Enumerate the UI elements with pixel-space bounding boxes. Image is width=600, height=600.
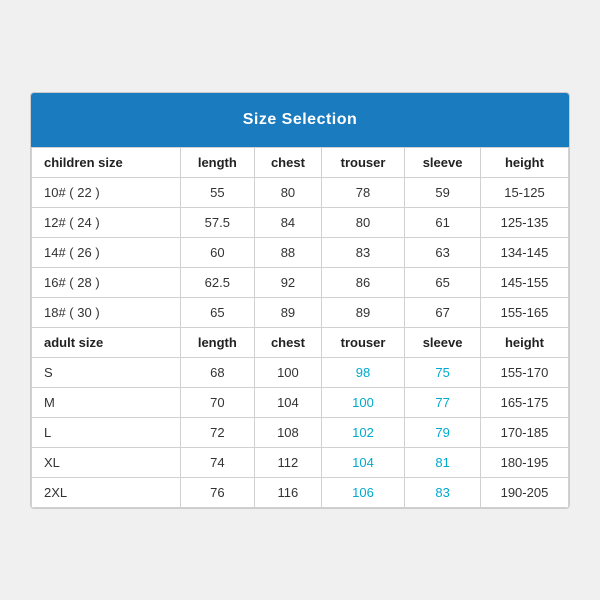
- adult-cell-3-2: 112: [255, 447, 322, 477]
- children-cell-0-4: 59: [405, 177, 481, 207]
- children-cell-3-2: 92: [255, 267, 322, 297]
- adult-cell-2-2: 108: [255, 417, 322, 447]
- adult-cell-4-4: 83: [405, 477, 481, 507]
- adult-col-header-2: chest: [255, 327, 322, 357]
- children-col-header-3: trouser: [321, 147, 404, 177]
- adult-cell-0-4: 75: [405, 357, 481, 387]
- adult-col-header-5: height: [480, 327, 568, 357]
- children-col-header-4: sleeve: [405, 147, 481, 177]
- children-cell-3-0: 16# ( 28 ): [32, 267, 181, 297]
- adult-cell-4-2: 116: [255, 477, 322, 507]
- adult-cell-2-0: L: [32, 417, 181, 447]
- adult-row-3: XL7411210481180-195: [32, 447, 569, 477]
- children-cell-1-4: 61: [405, 207, 481, 237]
- adult-cell-1-3: 100: [321, 387, 404, 417]
- adult-row-2: L7210810279170-185: [32, 417, 569, 447]
- adult-cell-2-3: 102: [321, 417, 404, 447]
- children-cell-0-5: 15-125: [480, 177, 568, 207]
- children-cell-2-4: 63: [405, 237, 481, 267]
- children-col-header-5: height: [480, 147, 568, 177]
- children-row-2: 14# ( 26 )60888363134-145: [32, 237, 569, 267]
- size-table: children sizelengthchesttrousersleevehei…: [31, 147, 569, 508]
- adult-cell-3-0: XL: [32, 447, 181, 477]
- children-cell-4-4: 67: [405, 297, 481, 327]
- children-cell-0-1: 55: [180, 177, 254, 207]
- children-row-3: 16# ( 28 )62.5928665145-155: [32, 267, 569, 297]
- children-row-0: 10# ( 22 )5580785915-125: [32, 177, 569, 207]
- header-title: Size Selection: [243, 111, 358, 128]
- children-cell-4-3: 89: [321, 297, 404, 327]
- children-cell-2-5: 134-145: [480, 237, 568, 267]
- children-cell-2-3: 83: [321, 237, 404, 267]
- adult-cell-1-4: 77: [405, 387, 481, 417]
- children-cell-3-5: 145-155: [480, 267, 568, 297]
- adult-col-header-0: adult size: [32, 327, 181, 357]
- adult-cell-1-5: 165-175: [480, 387, 568, 417]
- adult-cell-0-0: S: [32, 357, 181, 387]
- adult-cell-3-1: 74: [180, 447, 254, 477]
- adult-cell-1-1: 70: [180, 387, 254, 417]
- children-cell-1-5: 125-135: [480, 207, 568, 237]
- adult-cell-2-4: 79: [405, 417, 481, 447]
- children-cell-3-1: 62.5: [180, 267, 254, 297]
- children-cell-1-1: 57.5: [180, 207, 254, 237]
- children-cell-4-5: 155-165: [480, 297, 568, 327]
- children-cell-2-0: 14# ( 26 ): [32, 237, 181, 267]
- adult-col-header-3: trouser: [321, 327, 404, 357]
- children-cell-0-3: 78: [321, 177, 404, 207]
- children-col-header-1: length: [180, 147, 254, 177]
- adult-col-header-4: sleeve: [405, 327, 481, 357]
- adult-row-1: M7010410077165-175: [32, 387, 569, 417]
- children-cell-0-0: 10# ( 22 ): [32, 177, 181, 207]
- adult-cell-0-1: 68: [180, 357, 254, 387]
- children-cell-3-4: 65: [405, 267, 481, 297]
- adult-cell-4-3: 106: [321, 477, 404, 507]
- adult-cell-1-0: M: [32, 387, 181, 417]
- children-cell-2-2: 88: [255, 237, 322, 267]
- size-selection-card: Size Selection children sizelengthchestt…: [30, 92, 570, 509]
- adult-cell-4-1: 76: [180, 477, 254, 507]
- adult-row-4: 2XL7611610683190-205: [32, 477, 569, 507]
- children-cell-1-2: 84: [255, 207, 322, 237]
- adult-col-header-1: length: [180, 327, 254, 357]
- adult-cell-0-5: 155-170: [480, 357, 568, 387]
- adult-cell-0-2: 100: [255, 357, 322, 387]
- children-cell-3-3: 86: [321, 267, 404, 297]
- children-row-4: 18# ( 30 )65898967155-165: [32, 297, 569, 327]
- adult-cell-4-0: 2XL: [32, 477, 181, 507]
- adult-cell-2-1: 72: [180, 417, 254, 447]
- table-header: Size Selection: [31, 93, 569, 147]
- children-cell-1-3: 80: [321, 207, 404, 237]
- adult-cell-0-3: 98: [321, 357, 404, 387]
- children-cell-1-0: 12# ( 24 ): [32, 207, 181, 237]
- children-col-header-0: children size: [32, 147, 181, 177]
- adult-row-0: S681009875155-170: [32, 357, 569, 387]
- adult-cell-3-5: 180-195: [480, 447, 568, 477]
- children-cell-4-2: 89: [255, 297, 322, 327]
- adult-cell-3-4: 81: [405, 447, 481, 477]
- adult-cell-4-5: 190-205: [480, 477, 568, 507]
- children-cell-4-0: 18# ( 30 ): [32, 297, 181, 327]
- children-row-1: 12# ( 24 )57.5848061125-135: [32, 207, 569, 237]
- children-cell-0-2: 80: [255, 177, 322, 207]
- adult-cell-3-3: 104: [321, 447, 404, 477]
- children-cell-2-1: 60: [180, 237, 254, 267]
- children-cell-4-1: 65: [180, 297, 254, 327]
- adult-cell-2-5: 170-185: [480, 417, 568, 447]
- adult-cell-1-2: 104: [255, 387, 322, 417]
- children-col-header-2: chest: [255, 147, 322, 177]
